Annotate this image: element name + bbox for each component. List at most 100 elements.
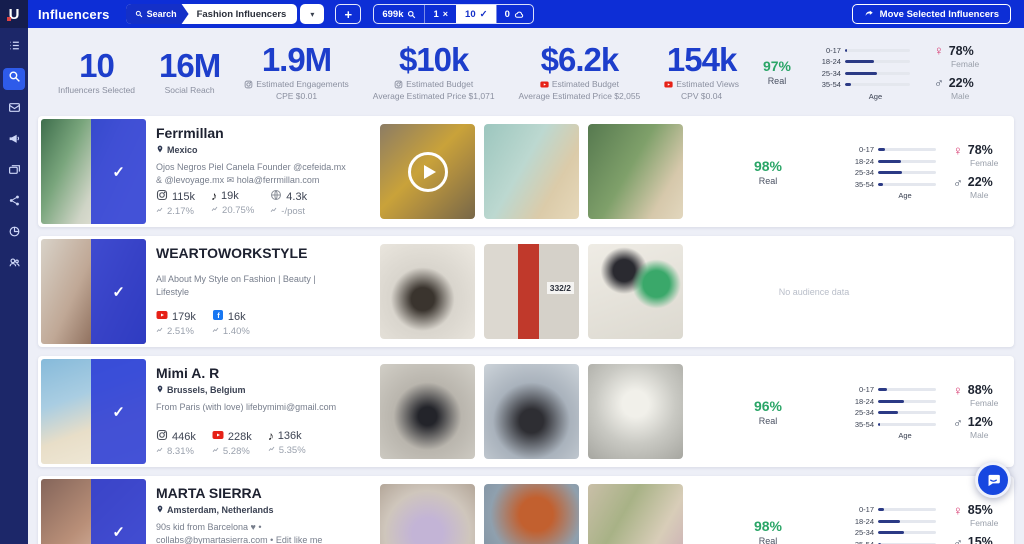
influencer-name[interactable]: MARTA SIERRA [156,485,357,501]
platform-stat: ♪ 19k 20.75% [211,189,255,216]
influencer-info: Ferrmillan Mexico Ojos Negros Piel Canel… [149,116,361,227]
post-thumbnail[interactable] [588,364,683,459]
real-followers: 96% Real [753,397,783,426]
post-thumbnail[interactable]: 332/2 [484,244,579,339]
influencer-bio: 90s kid from Barcelona ♥ • collabs@bymar… [156,522,323,544]
female-icon: ♀ [953,142,963,158]
post-thumbnail[interactable] [588,244,683,339]
post-thumbnail[interactable] [484,484,579,544]
facebook-icon: f [212,309,224,324]
stat-estimated-budget-youtube: $6.2k Estimated Budget Average Estimated… [518,41,641,101]
instagram-icon [244,80,253,89]
megaphone-icon [8,132,21,150]
sidebar-item-share[interactable] [3,192,25,214]
sidebar-item-lists[interactable] [3,37,25,59]
age-distribution-chart: 0-17 18-24 25-34 35-54 Age [848,143,936,200]
segment-results[interactable]: 699k [374,5,424,23]
influencer-avatar[interactable]: ✓ [41,119,146,224]
instagram-icon [156,429,168,444]
search-icon [8,70,21,88]
female-icon: ♀ [953,502,963,518]
app-logo[interactable]: U [0,0,28,28]
move-selected-button[interactable]: Move Selected Influencers [851,4,1011,24]
selected-overlay[interactable]: ✓ [91,239,146,344]
post-thumbnail-video[interactable] [380,124,475,219]
engagement-icon [156,446,164,457]
tiktok-icon: ♪ [211,189,218,203]
sidebar-item-collections[interactable] [3,161,25,183]
influencer-avatar[interactable]: ✓ [41,239,146,344]
segment-cloud[interactable]: 0 [495,5,533,23]
close-icon: × [442,9,449,19]
stat-social-reach: 16M Social Reach [159,47,221,95]
platform-stat: 228k 5.28% [212,429,252,457]
sidebar-item-inbox[interactable] [3,99,25,121]
influencer-bio: Ojos Negros Piel Canela Founder @cefeida… [156,162,346,186]
platform-stat: 179k 2.51% [156,309,196,337]
influencer-avatar[interactable]: ✓ [41,479,146,544]
post-thumbnail[interactable] [484,124,579,219]
add-search-button[interactable]: + [335,4,362,24]
influencer-info: Mimi A. R Brussels, Belgium From Paris (… [149,356,361,467]
male-icon: ♂ [953,414,963,430]
website-icon [270,189,282,204]
platform-stat: 446k 8.31% [156,429,196,457]
influencer-name[interactable]: Mimi A. R [156,365,357,381]
influencer-row: ✓ Mimi A. R Brussels, Belgium From Paris… [38,356,1014,467]
platform-stat: 4.3k -/post [270,189,307,217]
search-dropdown-button[interactable]: ▾ [300,4,325,24]
chat-icon [988,474,1000,486]
influencer-row: ✓ Ferrmillan Mexico Ojos Negros Piel Can… [38,116,1014,227]
audience-zone: 98% Real 0-17 18-24 25-34 35-54 Age ♀85%… [674,476,1014,544]
gender-split-summary: ♀ 78% Female ♂ 22% Male [933,43,980,101]
pin-icon [156,385,164,395]
post-thumbnail[interactable] [588,484,683,544]
pie-chart-icon [8,225,21,243]
platform-stat: ♪ 136k 5.35% [267,429,306,456]
male-icon: ♂ [953,174,963,190]
male-icon: ♂ [933,75,944,90]
real-followers: 98% Real [753,517,783,544]
result-segments: 699k 1 × 10 ✓ 0 [373,4,534,24]
selected-overlay[interactable]: ✓ [91,359,146,464]
female-icon: ♀ [933,43,944,58]
real-followers: 98% Real [753,157,783,186]
instagram-icon [394,80,403,89]
selected-overlay[interactable]: ✓ [91,479,146,544]
post-thumbnail[interactable] [380,244,475,339]
stat-estimated-budget-instagram: $10k Estimated Budget Average Estimated … [372,41,495,101]
post-thumbnail[interactable] [380,364,475,459]
engagement-icon [156,206,164,217]
post-thumbnail[interactable] [588,124,683,219]
selected-overlay[interactable]: ✓ [91,119,146,224]
search-query-value[interactable]: Fashion Influencers [189,9,298,20]
age-distribution-chart: 0-17 18-24 25-34 35-54 Age [848,503,936,544]
post-thumbnail[interactable] [380,484,475,544]
instagram-icon [156,189,168,204]
sidebar-item-campaigns[interactable] [3,130,25,152]
sidebar-item-search[interactable] [3,68,25,90]
platform-stat: f 16k 1.40% [212,309,250,337]
stat-influencers-selected: 10 Influencers Selected [58,47,136,95]
search-pill[interactable]: Search Fashion Influencers [125,4,298,24]
top-bar: Influencers Search Fashion Influencers ▾… [28,0,1024,28]
influencer-avatar[interactable]: ✓ [41,359,146,464]
sidebar-item-team[interactable] [3,254,25,276]
influencer-name[interactable]: Ferrmillan [156,125,357,141]
check-icon: ✓ [112,283,125,301]
influencer-name[interactable]: WEARTOWORKSTYLE [156,245,357,261]
sidebar: U [0,0,28,544]
post-thumbnail[interactable] [484,364,579,459]
sidebar-item-reports[interactable] [3,223,25,245]
pin-icon [156,145,164,155]
check-icon: ✓ [112,163,125,181]
chat-widget-button[interactable] [975,462,1011,498]
influencer-row: ✓ WEARTOWORKSTYLE All About My Style on … [38,236,1014,347]
segment-excluded[interactable]: 1 × [424,5,456,23]
search-button[interactable]: Search [126,4,189,24]
segment-selected[interactable]: 10 ✓ [456,5,496,23]
engagement-icon [270,206,278,217]
stat-estimated-views: 154k Estimated Views CPV $0.04 [664,43,739,101]
audience-zone: No audience data [674,236,1014,347]
check-icon: ✓ [479,8,488,20]
